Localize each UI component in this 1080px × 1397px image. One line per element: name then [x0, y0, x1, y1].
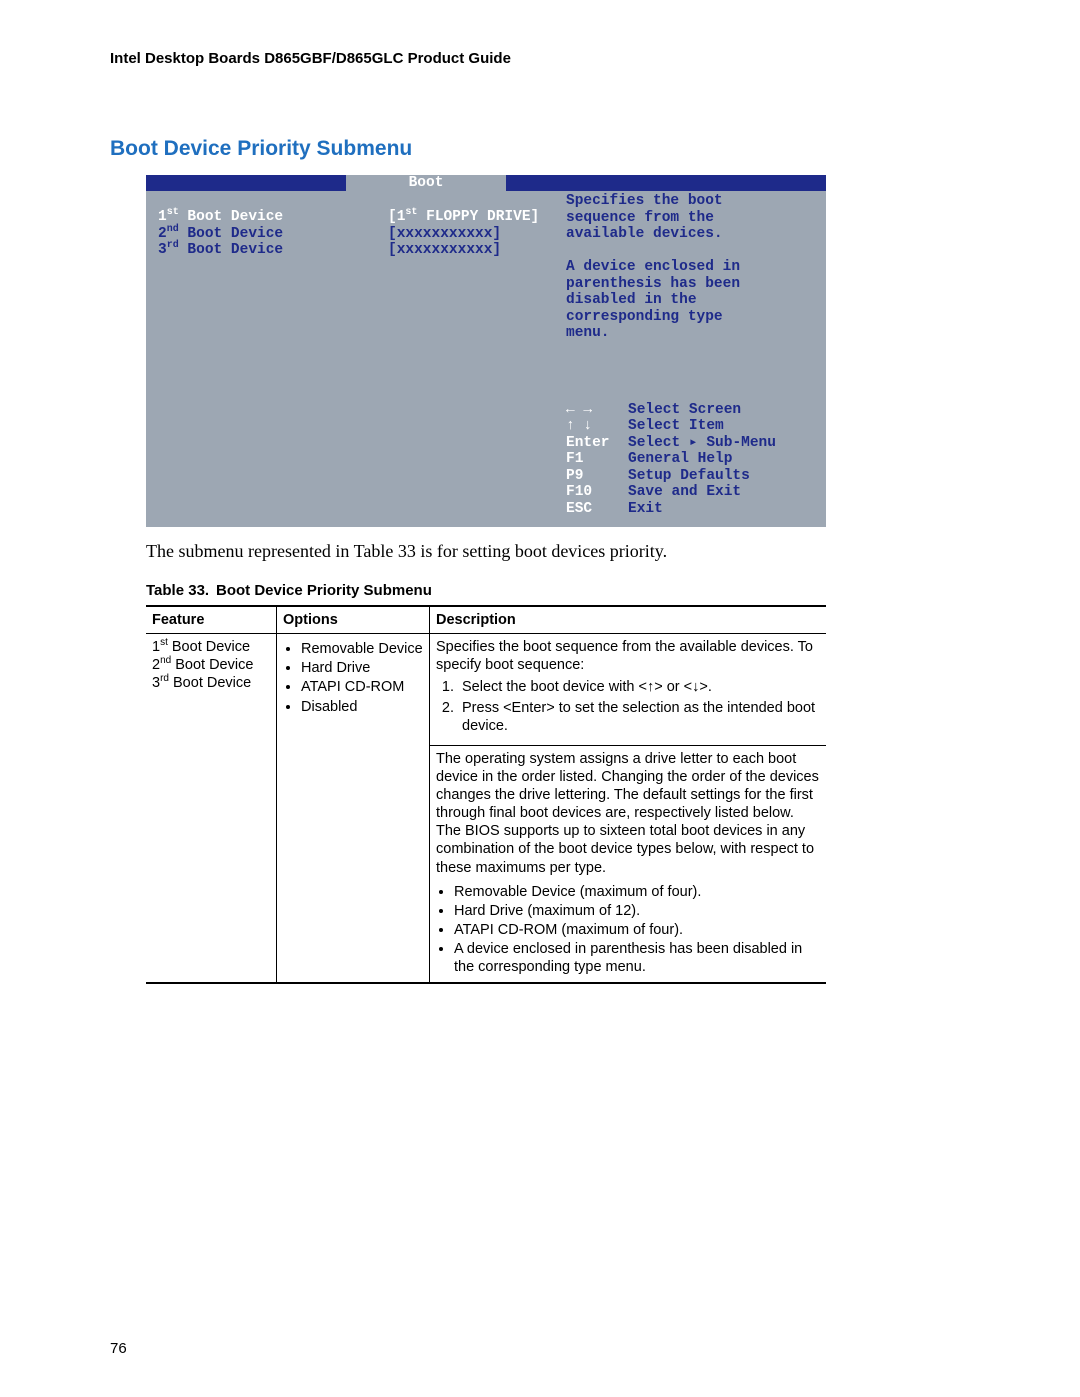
doc-title: Intel Desktop Boards D865GBF/D865GLC Pro…	[110, 50, 970, 67]
bios-screen: Boot 1st Boot Device [1st FLOPPY DRIVE] …	[146, 175, 826, 527]
cell-description-1: Specifies the boot sequence from the ava…	[430, 634, 827, 746]
bios-tab-boot: Boot	[346, 175, 506, 191]
bios-help-panel: Specifies the boot sequence from the ava…	[566, 191, 826, 517]
table-caption: Table 33.Boot Device Priority Submenu	[146, 582, 970, 599]
bios-tab-spacer-left	[146, 175, 346, 191]
section-heading: Boot Device Priority Submenu	[110, 137, 970, 161]
cell-description-2: The operating system assigns a drive let…	[430, 745, 827, 983]
bios-left-panel: 1st Boot Device [1st FLOPPY DRIVE] 2nd B…	[146, 191, 566, 517]
th-description: Description	[430, 606, 827, 634]
cell-options: Removable Device Hard Drive ATAPI CD-ROM…	[277, 634, 430, 984]
feature-table: Feature Options Description 1st Boot Dev…	[146, 605, 826, 984]
page-number: 76	[110, 1340, 127, 1357]
th-options: Options	[277, 606, 430, 634]
bios-tab-spacer-right	[506, 175, 826, 191]
bios-nav-help: ← →Select Screen ↑ ↓Select Item EnterSel…	[566, 402, 816, 518]
th-feature: Feature	[146, 606, 277, 634]
cell-features: 1st Boot Device 2nd Boot Device 3rd Boot…	[146, 634, 277, 984]
body-paragraph: The submenu represented in Table 33 is f…	[146, 541, 970, 562]
